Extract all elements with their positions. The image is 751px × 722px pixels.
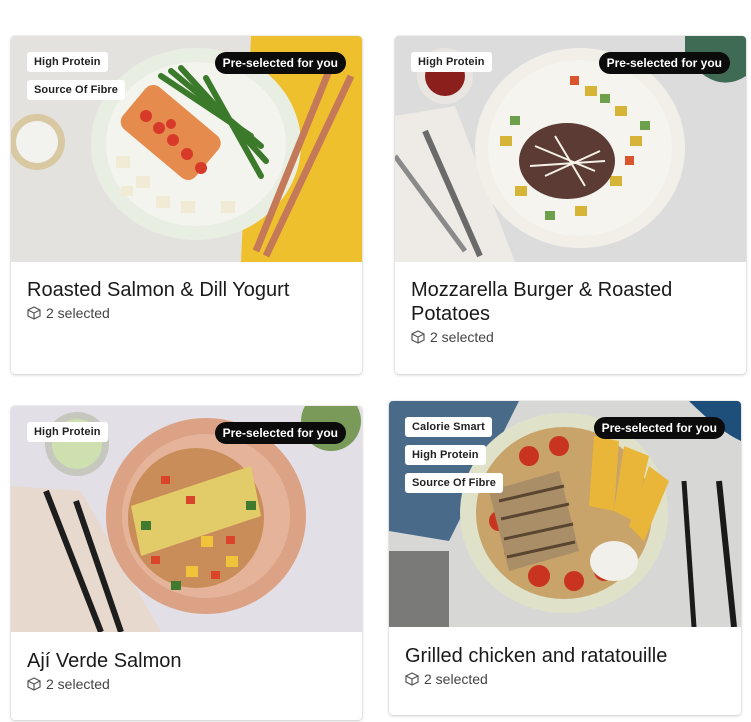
badge-stack: High Protein <box>27 422 108 442</box>
recipe-card[interactable]: High Protein Source Of Fibre Pre-selecte… <box>11 36 362 374</box>
box-icon <box>27 306 41 320</box>
box-icon <box>405 672 419 686</box>
badge-stack: High Protein <box>411 52 492 72</box>
recipe-title[interactable]: Roasted Salmon & Dill Yogurt <box>27 278 346 302</box>
badge-high-protein: High Protein <box>411 52 492 72</box>
badge-high-protein: High Protein <box>27 422 108 442</box>
preselected-badge: Pre-selected for you <box>598 52 730 74</box>
recipe-title[interactable]: Mozzarella Burger & Roasted Potatoes <box>411 278 730 326</box>
badge-stack: High Protein Source Of Fibre <box>27 52 126 100</box>
box-icon <box>27 677 41 691</box>
recipe-title[interactable]: Grilled chicken and ratatouille <box>405 644 725 668</box>
card-body: Grilled chicken and ratatouille 2 select… <box>405 644 725 687</box>
box-icon <box>411 330 425 344</box>
selected-count-label: 2 selected <box>46 305 110 321</box>
selected-count: 2 selected <box>411 329 730 345</box>
badge-high-protein: High Protein <box>405 445 486 465</box>
recipe-card[interactable]: High Protein Pre-selected for you Mozzar… <box>395 36 746 374</box>
selected-count: 2 selected <box>27 676 346 692</box>
card-body: Mozzarella Burger & Roasted Potatoes 2 s… <box>411 278 730 345</box>
recipe-title[interactable]: Ají Verde Salmon <box>27 649 346 673</box>
badge-stack: Calorie Smart High Protein Source Of Fib… <box>405 417 504 493</box>
preselected-badge: Pre-selected for you <box>593 417 725 439</box>
badge-high-protein: High Protein <box>27 52 108 72</box>
preselected-badge: Pre-selected for you <box>214 52 346 74</box>
preselected-badge: Pre-selected for you <box>214 422 346 444</box>
selected-count: 2 selected <box>405 671 725 687</box>
badge-calorie-smart: Calorie Smart <box>405 417 492 437</box>
badge-source-of-fibre: Source Of Fibre <box>27 80 126 100</box>
card-body: Ají Verde Salmon 2 selected <box>27 649 346 692</box>
card-body: Roasted Salmon & Dill Yogurt 2 selected <box>27 278 346 321</box>
selected-count: 2 selected <box>27 305 346 321</box>
recipe-grid: High Protein Source Of Fibre Pre-selecte… <box>0 0 751 722</box>
selected-count-label: 2 selected <box>46 676 110 692</box>
recipe-card[interactable]: High Protein Pre-selected for you Ají Ve… <box>11 406 362 720</box>
badge-source-of-fibre: Source Of Fibre <box>405 473 504 493</box>
recipe-card[interactable]: Calorie Smart High Protein Source Of Fib… <box>389 401 741 715</box>
selected-count-label: 2 selected <box>430 329 494 345</box>
selected-count-label: 2 selected <box>424 671 488 687</box>
